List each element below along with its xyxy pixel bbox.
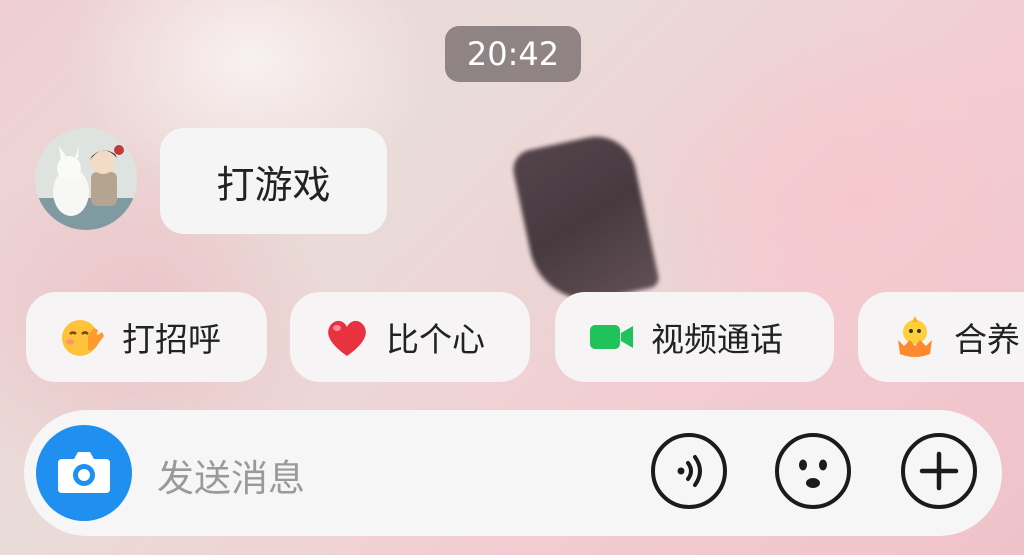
voice-icon bbox=[650, 432, 728, 514]
quick-action-video-call[interactable]: 视频通话 bbox=[555, 292, 834, 382]
quick-action-label: 视频通话 bbox=[651, 320, 783, 359]
quick-actions-row: 打招呼 比个心 视频通话 合养 bbox=[0, 292, 1024, 382]
heart-icon bbox=[322, 312, 372, 362]
plus-icon bbox=[900, 432, 978, 514]
wave-hand-emoji-icon bbox=[58, 312, 108, 362]
more-button[interactable] bbox=[900, 432, 978, 514]
quick-action-label: 合养 bbox=[954, 320, 1020, 359]
message-input-placeholder: 发送消息 bbox=[157, 457, 305, 500]
camera-icon bbox=[56, 447, 112, 499]
emoji-icon bbox=[774, 432, 852, 514]
video-camera-icon bbox=[587, 312, 637, 362]
voice-button[interactable] bbox=[650, 432, 728, 514]
quick-action-say-hi[interactable]: 打招呼 bbox=[26, 292, 267, 382]
avatar[interactable] bbox=[35, 128, 137, 230]
background-photo-detail bbox=[509, 129, 661, 311]
quick-action-label: 打招呼 bbox=[122, 320, 221, 359]
chat-message-bubble[interactable]: 打游戏 bbox=[160, 128, 387, 234]
quick-action-heart[interactable]: 比个心 bbox=[290, 292, 530, 382]
timestamp: 20:42 bbox=[445, 26, 581, 82]
emoji-button[interactable] bbox=[774, 432, 852, 514]
chat-message-text: 打游戏 bbox=[216, 162, 331, 207]
message-composer: 发送消息 bbox=[24, 410, 1002, 536]
camera-button[interactable] bbox=[36, 425, 132, 521]
quick-action-co-raise[interactable]: 合养 bbox=[858, 292, 1024, 382]
chick-egg-icon bbox=[890, 312, 940, 362]
quick-action-label: 比个心 bbox=[386, 320, 485, 359]
message-input[interactable]: 发送消息 bbox=[157, 448, 305, 502]
